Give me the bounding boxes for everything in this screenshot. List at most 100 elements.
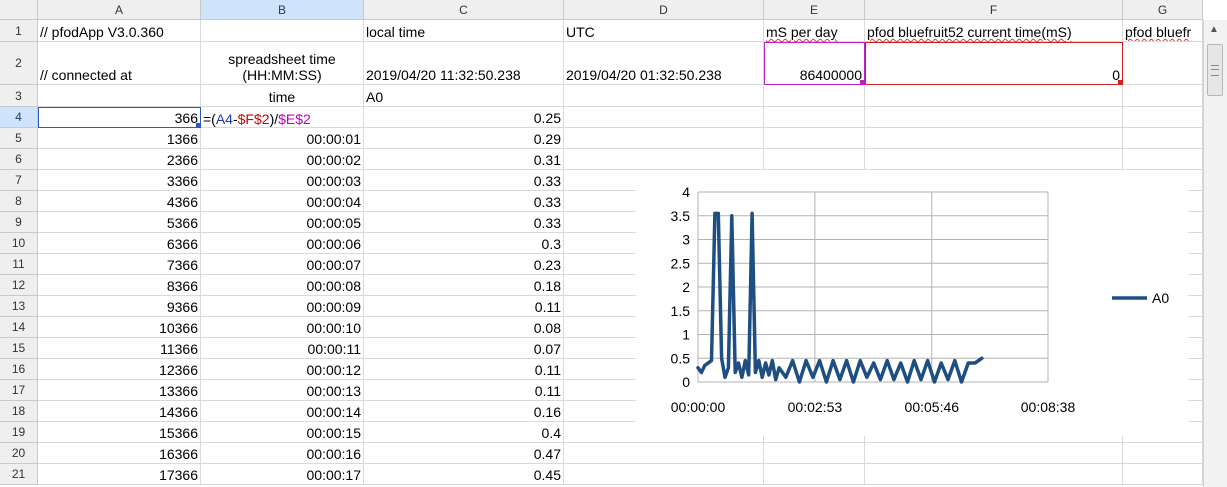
cell-a16[interactable]: 12366	[38, 359, 201, 380]
row-header-2[interactable]: 2	[0, 42, 38, 85]
cell-d3[interactable]	[564, 85, 764, 107]
cell-c15[interactable]: 0.07	[364, 338, 564, 359]
row-header-4[interactable]: 4	[0, 107, 38, 128]
cell-b21[interactable]: 00:00:17	[201, 464, 364, 485]
row-header-8[interactable]: 8	[0, 191, 38, 212]
cell-a9[interactable]: 5366	[38, 212, 201, 233]
row-header-10[interactable]: 10	[0, 233, 38, 254]
cell-a11[interactable]: 7366	[38, 254, 201, 275]
column-header-c[interactable]: C	[364, 0, 564, 20]
row-header-15[interactable]: 15	[0, 338, 38, 359]
row-header-7[interactable]: 7	[0, 170, 38, 191]
cell-c8[interactable]: 0.33	[364, 191, 564, 212]
cell-c14[interactable]: 0.08	[364, 317, 564, 338]
cell-b17[interactable]: 00:00:13	[201, 380, 364, 401]
row-header-13[interactable]: 13	[0, 296, 38, 317]
cell-e21[interactable]	[764, 464, 865, 485]
cell-a7[interactable]: 3366	[38, 170, 201, 191]
cell-a8[interactable]: 4366	[38, 191, 201, 212]
cell-b11[interactable]: 00:00:07	[201, 254, 364, 275]
cell-b15[interactable]: 00:00:11	[201, 338, 364, 359]
line-chart[interactable]: 0 0.5 1 1.5 2 2.5 3 3.5 4 00:00:00 00:02:53 00:05:4…	[636, 170, 1188, 436]
cell-b13[interactable]: 00:00:09	[201, 296, 364, 317]
cell-b12[interactable]: 00:00:08	[201, 275, 364, 296]
cell-b9[interactable]: 00:00:05	[201, 212, 364, 233]
cell-a19[interactable]: 15366	[38, 422, 201, 443]
cell-a1[interactable]: // pfodApp V3.0.360	[38, 20, 201, 42]
cell-a17[interactable]: 13366	[38, 380, 201, 401]
column-header-g[interactable]: G	[1123, 0, 1203, 20]
cell-e3[interactable]	[764, 85, 865, 107]
column-header-a[interactable]: A	[38, 0, 201, 20]
scroll-up-arrow-icon[interactable]: ▲	[1209, 24, 1219, 35]
a4-range-handle[interactable]	[196, 123, 201, 128]
cell-g3[interactable]	[1123, 85, 1203, 107]
cell-b2[interactable]: spreadsheet time (HH:MM:SS)	[201, 42, 364, 85]
row-header-1[interactable]: 1	[0, 20, 38, 42]
row-header-9[interactable]: 9	[0, 212, 38, 233]
cell-c10[interactable]: 0.3	[364, 233, 564, 254]
cell-c3[interactable]: A0	[364, 85, 564, 107]
row-header-16[interactable]: 16	[0, 359, 38, 380]
cell-c17[interactable]: 0.11	[364, 380, 564, 401]
cell-b16[interactable]: 00:00:12	[201, 359, 364, 380]
cell-b1[interactable]	[201, 20, 364, 42]
cell-a3[interactable]	[38, 85, 201, 107]
cell-b18[interactable]: 00:00:14	[201, 401, 364, 422]
cell-d21[interactable]	[564, 464, 764, 485]
cell-b6[interactable]: 00:00:02	[201, 149, 364, 170]
cell-d4[interactable]	[564, 107, 764, 128]
cell-e1[interactable]: mS per day	[764, 20, 865, 42]
cell-d1[interactable]: UTC	[564, 20, 764, 42]
cell-a20[interactable]: 16366	[38, 443, 201, 464]
cell-c16[interactable]: 0.11	[364, 359, 564, 380]
cell-e20[interactable]	[764, 443, 865, 464]
row-header-14[interactable]: 14	[0, 317, 38, 338]
scrollbar-thumb[interactable]	[1207, 44, 1223, 96]
cell-g5[interactable]	[1123, 128, 1203, 149]
cell-c13[interactable]: 0.11	[364, 296, 564, 317]
cell-g4[interactable]	[1123, 107, 1203, 128]
cell-c12[interactable]: 0.18	[364, 275, 564, 296]
cell-f21[interactable]	[865, 464, 1123, 485]
cell-a14[interactable]: 10366	[38, 317, 201, 338]
cell-e4[interactable]	[764, 107, 865, 128]
row-header-3[interactable]: 3	[0, 85, 38, 107]
cell-d5[interactable]	[564, 128, 764, 149]
cell-g21[interactable]	[1123, 464, 1203, 485]
row-header-11[interactable]: 11	[0, 254, 38, 275]
cell-c19[interactable]: 0.4	[364, 422, 564, 443]
cell-a2[interactable]: // connected at	[38, 42, 201, 85]
cell-b7[interactable]: 00:00:03	[201, 170, 364, 191]
cell-f5[interactable]	[865, 128, 1123, 149]
b4-formula-editor[interactable]: =(A4- $F$2)/$E$2	[201, 107, 401, 128]
column-header-d[interactable]: D	[564, 0, 764, 20]
cell-g2[interactable]	[1123, 42, 1203, 85]
column-header-b[interactable]: B	[201, 0, 364, 20]
cell-b8[interactable]: 00:00:04	[201, 191, 364, 212]
cell-a21[interactable]: 17366	[38, 464, 201, 485]
cell-a12[interactable]: 8366	[38, 275, 201, 296]
cell-d2[interactable]: 2019/04/20 01:32:50.238	[564, 42, 764, 85]
cell-e5[interactable]	[764, 128, 865, 149]
cell-f1[interactable]: pfod bluefruit52 current time(mS)	[865, 20, 1123, 42]
cell-a18[interactable]: 14366	[38, 401, 201, 422]
cell-f20[interactable]	[865, 443, 1123, 464]
cell-c18[interactable]: 0.16	[364, 401, 564, 422]
cell-c5[interactable]: 0.29	[364, 128, 564, 149]
cell-d6[interactable]	[564, 149, 764, 170]
row-header-5[interactable]: 5	[0, 128, 38, 149]
cell-c1[interactable]: local time	[364, 20, 564, 42]
cell-a10[interactable]: 6366	[38, 233, 201, 254]
row-header-20[interactable]: 20	[0, 443, 38, 464]
cell-a6[interactable]: 2366	[38, 149, 201, 170]
cell-b3[interactable]: time	[201, 85, 364, 107]
cell-d20[interactable]	[564, 443, 764, 464]
cell-g6[interactable]	[1123, 149, 1203, 170]
cell-f4[interactable]	[865, 107, 1123, 128]
cell-c20[interactable]: 0.47	[364, 443, 564, 464]
vertical-scrollbar[interactable]: ▲	[1203, 20, 1227, 487]
cell-c21[interactable]: 0.45	[364, 464, 564, 485]
column-header-f[interactable]: F	[865, 0, 1123, 20]
cell-b14[interactable]: 00:00:10	[201, 317, 364, 338]
